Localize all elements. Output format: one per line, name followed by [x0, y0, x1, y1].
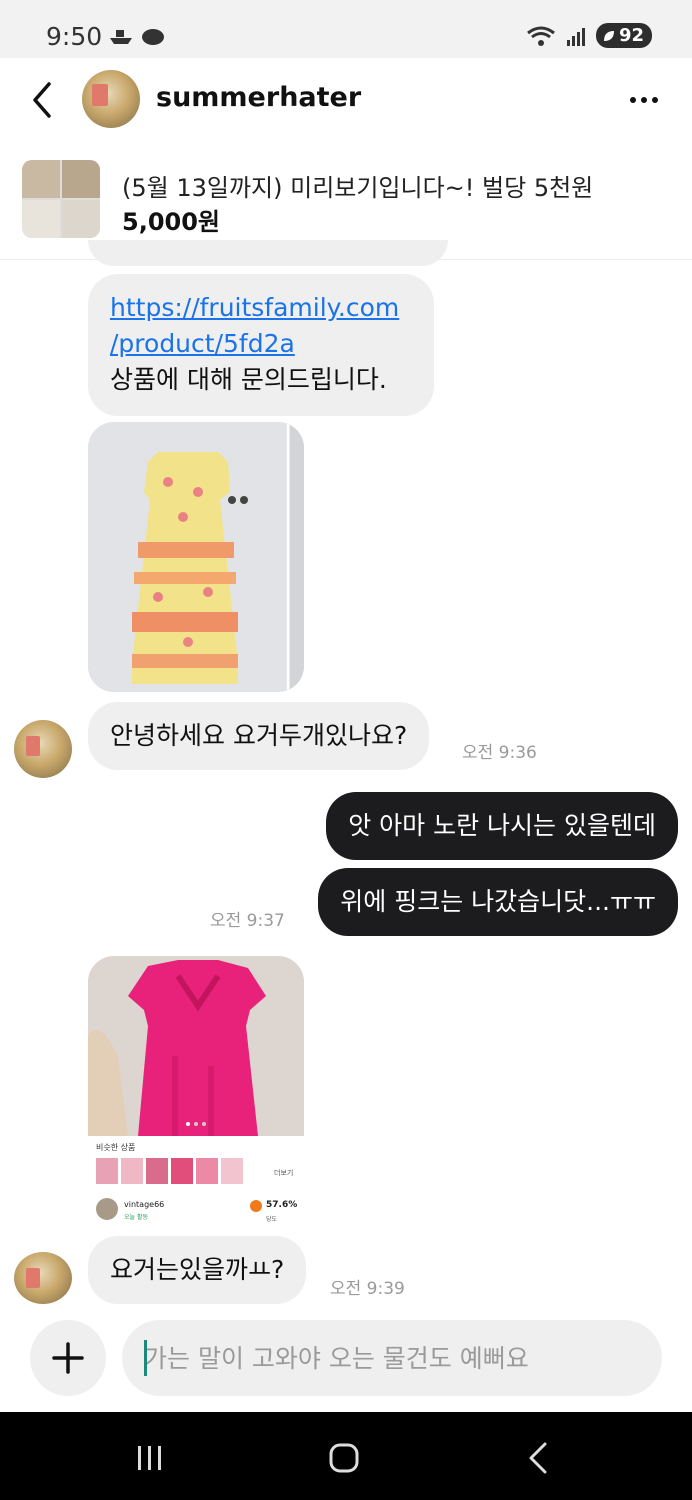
message-text: 위에 핑크는 나갔습니닷...ㅠㅠ: [340, 887, 656, 916]
outgoing-message[interactable]: 위에 핑크는 나갔습니닷...ㅠㅠ: [318, 868, 678, 936]
recents-icon: [138, 1446, 161, 1470]
product-title: (5월 13일까지) 미리보기입니다~! 벌당 5천원: [122, 174, 594, 202]
text-cursor: [144, 1340, 147, 1376]
seller-name: vintage66: [124, 1200, 165, 1209]
message-timestamp: 오전 9:36: [462, 743, 537, 763]
sender-avatar[interactable]: [14, 1252, 72, 1304]
message-timestamp: 오전 9:37: [210, 911, 285, 931]
similar-items-title: 비슷한 상품: [96, 1143, 136, 1152]
attach-button[interactable]: [30, 1320, 106, 1396]
sender-avatar[interactable]: [14, 720, 72, 778]
status-left-icons: [108, 26, 166, 46]
chat-username[interactable]: summerhater: [156, 82, 361, 113]
more-link: 더보기: [274, 1169, 294, 1177]
seller-status: 오늘 활동: [124, 1214, 148, 1221]
previous-message-edge: [88, 240, 448, 266]
dot-icon: [652, 97, 658, 103]
product-link-path[interactable]: /product/5fd2a: [110, 326, 412, 362]
dot-icon: [630, 97, 636, 103]
boat-icon: [110, 30, 132, 44]
message-text: 요거는있을까ㅛ?: [110, 1255, 285, 1284]
recents-button[interactable]: [120, 1438, 180, 1478]
chevron-left-icon: [529, 1442, 547, 1474]
message-composer: [0, 1308, 692, 1412]
rating-label: 당도: [266, 1216, 278, 1223]
message-input[interactable]: [122, 1320, 662, 1396]
yellow-dress-image: [88, 422, 304, 692]
rating-value: 57.6%: [266, 1200, 298, 1210]
similar-items-strip: [96, 1158, 243, 1184]
outgoing-message[interactable]: 앗 아마 노란 나시는 있을텐데: [326, 792, 678, 860]
cloud-icon: [142, 29, 164, 45]
dot-icon: [641, 97, 647, 103]
system-nav-bar: [0, 1412, 692, 1500]
dress-screenshot-pink[interactable]: 비슷한 상품 더보기 vintage66 오늘 활동 57.6% 당도: [88, 956, 304, 1226]
dress-photo-yellow[interactable]: [88, 422, 304, 692]
leaf-icon: [603, 30, 614, 41]
avatar[interactable]: [82, 70, 140, 128]
chat-header: summerhater: [0, 58, 692, 142]
message-timestamp: 오전 9:39: [330, 1279, 405, 1299]
pink-dress-image: [88, 956, 304, 1136]
status-time: 9:50: [46, 22, 103, 51]
seller-avatar: [96, 1198, 118, 1220]
nav-back-button[interactable]: [508, 1438, 568, 1478]
message-text: 앗 아마 노란 나시는 있을텐데: [348, 811, 656, 840]
product-price: 5,000원: [122, 208, 220, 236]
message-text: 안녕하세요 요거두개있나요?: [110, 721, 408, 750]
screenshot-footer: 비슷한 상품 더보기 vintage66 오늘 활동 57.6% 당도: [88, 1136, 304, 1226]
back-button[interactable]: [22, 80, 62, 120]
incoming-message[interactable]: 안녕하세요 요거두개있나요?: [88, 702, 430, 770]
signal-icon: [566, 27, 585, 46]
incoming-message[interactable]: 요거는있을까ㅛ?: [88, 1236, 307, 1304]
product-link[interactable]: https://fruitsfamily.com: [110, 290, 412, 326]
plus-icon: [52, 1342, 84, 1374]
rating-dot: [250, 1200, 262, 1212]
home-button[interactable]: [314, 1438, 374, 1478]
status-right-icons: 92: [526, 23, 652, 48]
more-options-button[interactable]: [624, 82, 664, 118]
wifi-icon: [527, 26, 555, 46]
link-message[interactable]: https://fruitsfamily.com /product/5fd2a …: [88, 274, 434, 416]
chevron-left-icon: [33, 82, 51, 118]
battery-level: 92: [618, 25, 644, 46]
product-thumbnail: [22, 160, 100, 238]
battery-indicator: 92: [595, 23, 652, 48]
home-icon: [329, 1443, 359, 1473]
message-text: 상품에 대해 문의드립니다.: [110, 365, 387, 394]
